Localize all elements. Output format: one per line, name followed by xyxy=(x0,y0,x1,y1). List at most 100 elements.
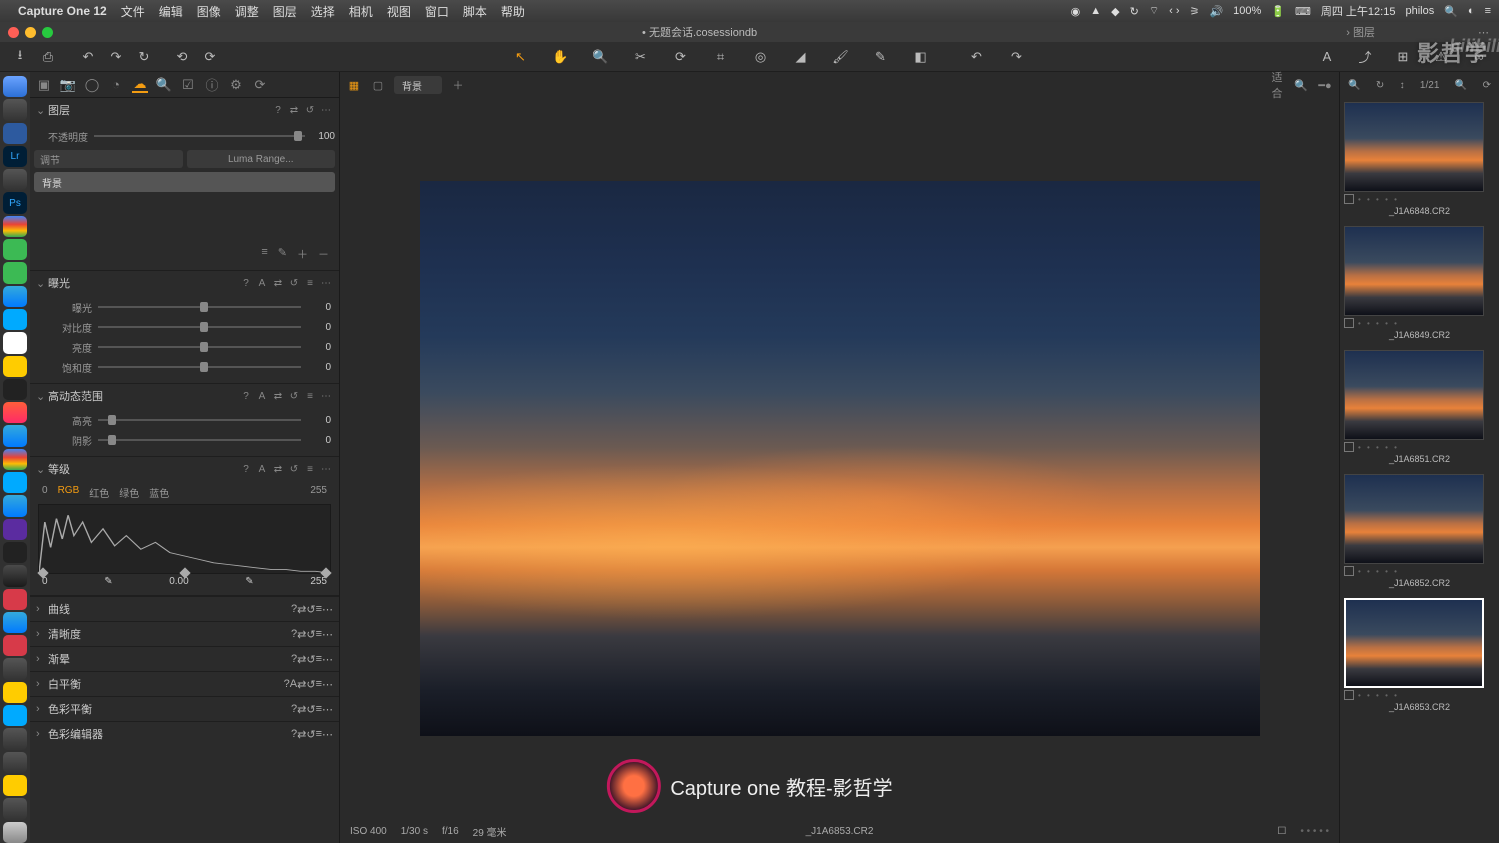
status-record-icon[interactable]: ◉ xyxy=(1071,5,1081,18)
status-dropbox-icon[interactable]: ◆ xyxy=(1111,5,1119,18)
dock-app-32[interactable] xyxy=(3,798,27,819)
thumb-rating[interactable]: • • • • • xyxy=(1358,691,1399,700)
layer-brush-icon[interactable]: ✎ xyxy=(278,246,287,262)
thumbnail-4[interactable]: • • • • • _J1A6853.CR2 xyxy=(1344,598,1495,712)
menu-icon[interactable]: ⋯ xyxy=(322,678,333,691)
sort-icon[interactable]: ↕ xyxy=(1400,80,1405,91)
tab-adjustments-icon[interactable]: ☑ xyxy=(180,77,196,93)
battery-icon[interactable]: 🔋 xyxy=(1271,5,1285,18)
menu-icon[interactable]: ⋯ xyxy=(322,703,333,716)
dock-app-23[interactable] xyxy=(3,589,27,610)
view-single-icon[interactable]: ▢ xyxy=(370,79,386,92)
annotate-icon[interactable]: A xyxy=(1317,47,1337,67)
collapsed-panel-4[interactable]: › 色彩平衡 ? ⇄ ↺ ≡ ⋯ xyxy=(30,696,339,721)
menu-icon[interactable]: ⋯ xyxy=(322,628,333,641)
dock-trash-icon[interactable] xyxy=(3,822,27,843)
levels-mid-point[interactable] xyxy=(179,567,190,578)
menu-script[interactable]: 脚本 xyxy=(463,3,487,20)
copy-icon[interactable]: ⇄ xyxy=(297,653,306,666)
auto-icon[interactable]: A xyxy=(255,464,269,475)
exposure-value-0[interactable]: 0 xyxy=(301,302,331,313)
thumb-rating[interactable]: • • • • • xyxy=(1358,567,1399,576)
menu-edit[interactable]: 编辑 xyxy=(159,3,183,20)
dock-app-30[interactable] xyxy=(3,752,27,773)
reset-icon[interactable]: ↺ xyxy=(306,603,315,616)
reset-icon[interactable]: ↺ xyxy=(287,278,301,289)
breadcrumb-label[interactable]: 图层 xyxy=(1353,27,1375,39)
dock-app-20[interactable] xyxy=(3,519,27,540)
luma-range-button[interactable]: Luma Range... xyxy=(187,150,336,168)
status-bluetooth-icon[interactable]: ⌔ xyxy=(1149,4,1159,18)
tab-color-icon[interactable]: ◔ xyxy=(108,77,124,93)
notification-icon[interactable]: ≡ xyxy=(1485,5,1491,17)
redo-icon[interactable]: ↷ xyxy=(106,47,126,67)
copy-icon[interactable]: ⇄ xyxy=(297,703,306,716)
dock-app-10[interactable] xyxy=(3,286,27,307)
levels-tab-green[interactable]: 绿色 xyxy=(119,485,139,500)
thumbnail-1[interactable]: • • • • • _J1A6849.CR2 xyxy=(1344,226,1495,340)
add-layer-icon[interactable]: ＋ xyxy=(450,77,466,93)
menu-select[interactable]: 选择 xyxy=(311,3,335,20)
upload-icon[interactable]: ⤴ xyxy=(1355,47,1375,67)
zoom-slider[interactable]: ━● xyxy=(1317,79,1333,92)
thumb-checkbox[interactable] xyxy=(1344,566,1354,576)
dock-app-16[interactable] xyxy=(3,425,27,446)
menu-layers[interactable]: 图层 xyxy=(273,3,297,20)
thumb-rating[interactable]: • • • • • xyxy=(1358,443,1399,452)
radial2-tool-icon[interactable]: ↷ xyxy=(1007,47,1027,67)
dock-app-3[interactable] xyxy=(3,123,27,144)
thumb-checkbox[interactable] xyxy=(1344,194,1354,204)
levels-high[interactable]: 255 xyxy=(310,485,327,500)
dock-app-22[interactable] xyxy=(3,565,27,586)
status-wifi-icon[interactable]: ⚞ xyxy=(1190,5,1200,18)
tab-batch-icon[interactable]: ⟳ xyxy=(252,77,268,93)
window-minimize-button[interactable] xyxy=(25,27,36,38)
dock-app-14[interactable] xyxy=(3,379,27,400)
copy-icon[interactable]: ⇄ xyxy=(287,105,301,116)
menu-view[interactable]: 视图 xyxy=(387,3,411,20)
search2-icon[interactable]: 🔍 xyxy=(1455,80,1467,91)
menu-icon[interactable]: ⋯ xyxy=(319,464,333,475)
dock-app-9[interactable] xyxy=(3,262,27,283)
reset-icon[interactable]: ↺ xyxy=(306,678,315,691)
reset-icon[interactable]: ↺ xyxy=(287,391,301,402)
menu-icon[interactable]: ⋯ xyxy=(319,105,333,116)
reset-icon[interactable]: ↺ xyxy=(306,628,315,641)
dock-lightroom-icon[interactable]: Lr xyxy=(3,146,27,167)
cursor-tool-icon[interactable]: ↖ xyxy=(511,47,531,67)
dock-app-5[interactable] xyxy=(3,169,27,190)
levels-tab-blue[interactable]: 蓝色 xyxy=(149,485,169,500)
exposure-slider-3[interactable] xyxy=(98,366,301,368)
collapsed-panel-0[interactable]: › 曲线 ? ⇄ ↺ ≡ ⋯ xyxy=(30,596,339,621)
help-icon[interactable]: ? xyxy=(239,278,253,289)
autorotate-icon[interactable]: ⟲ xyxy=(172,47,192,67)
dock-app-24[interactable] xyxy=(3,612,27,633)
menu-icon[interactable]: ⋯ xyxy=(322,653,333,666)
dock-app-31[interactable] xyxy=(3,775,27,796)
gradient-tool-icon[interactable]: ◧ xyxy=(911,47,931,67)
input-source-icon[interactable]: ⌨ xyxy=(1295,5,1311,18)
rotate-icon[interactable]: ⟳ xyxy=(200,47,220,67)
copy-icon[interactable]: ⇄ xyxy=(297,603,306,616)
help-icon[interactable]: ? xyxy=(239,464,253,475)
redo2-icon[interactable]: ↻ xyxy=(134,47,154,67)
tab-details-icon[interactable]: 🔍 xyxy=(156,77,172,93)
collapsed-panel-3[interactable]: › 白平衡 ? A ⇄ ↺ ≡ ⋯ xyxy=(30,671,339,696)
dock-app-1[interactable] xyxy=(3,76,27,97)
spot-tool-icon[interactable]: ◎ xyxy=(751,47,771,67)
siri-icon[interactable]: ◐ xyxy=(1468,5,1475,17)
exposure-slider-0[interactable] xyxy=(98,306,301,308)
zoom-icon[interactable]: 🔍 xyxy=(1293,79,1309,92)
status-nav-icon[interactable]: ‹ › xyxy=(1169,5,1179,17)
eyedropper-black-icon[interactable]: ✎ xyxy=(104,576,112,587)
menu-icon[interactable]: ⋯ xyxy=(322,728,333,741)
dock-app-19[interactable] xyxy=(3,495,27,516)
opacity-slider[interactable] xyxy=(94,135,305,137)
layer-background[interactable]: 背景 xyxy=(34,172,335,192)
exposure-slider-1[interactable] xyxy=(98,326,301,328)
levels-low[interactable]: 0 xyxy=(42,485,48,500)
reset-icon[interactable]: ↺ xyxy=(303,105,317,116)
window-close-button[interactable] xyxy=(8,27,19,38)
hdr-slider-1[interactable] xyxy=(98,439,301,441)
fit-label[interactable]: 适合 xyxy=(1269,69,1285,101)
